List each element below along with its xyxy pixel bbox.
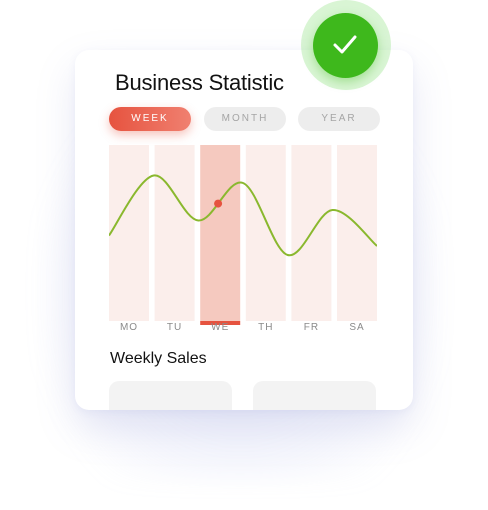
- statistic-card: Business Statistic WEEK MONTH YEAR MO TU W…: [75, 50, 413, 410]
- sales-tile[interactable]: [253, 381, 376, 410]
- sales-line: [109, 174, 377, 257]
- day-label-sa: SA: [349, 322, 365, 333]
- highlight-point[interactable]: [214, 199, 223, 208]
- day-label-fr: FR: [303, 322, 320, 333]
- card-title: Business Statistic: [115, 70, 284, 95]
- day-column[interactable]: [337, 145, 377, 321]
- day-label-mo: MO: [119, 322, 139, 333]
- tab-month[interactable]: MONTH: [204, 107, 286, 131]
- check-icon: [333, 35, 357, 54]
- tab-year[interactable]: YEAR: [298, 107, 380, 131]
- chart-svg: [109, 145, 377, 325]
- day-column[interactable]: [245, 145, 286, 321]
- day-label-we: WE: [211, 322, 230, 333]
- weekly-chart: [109, 145, 377, 337]
- weekly-sales-heading: Weekly Sales: [110, 350, 207, 367]
- highlight-column[interactable]: [200, 145, 241, 321]
- success-badge: [313, 13, 378, 78]
- day-label-th: TH: [258, 322, 274, 333]
- day-column[interactable]: [154, 145, 195, 321]
- tab-week[interactable]: WEEK: [109, 107, 191, 131]
- day-labels: MO TU WE TH FR SA: [109, 322, 377, 336]
- day-label-tu: TU: [166, 322, 183, 333]
- sales-tile[interactable]: [109, 381, 232, 410]
- day-column[interactable]: [109, 145, 149, 321]
